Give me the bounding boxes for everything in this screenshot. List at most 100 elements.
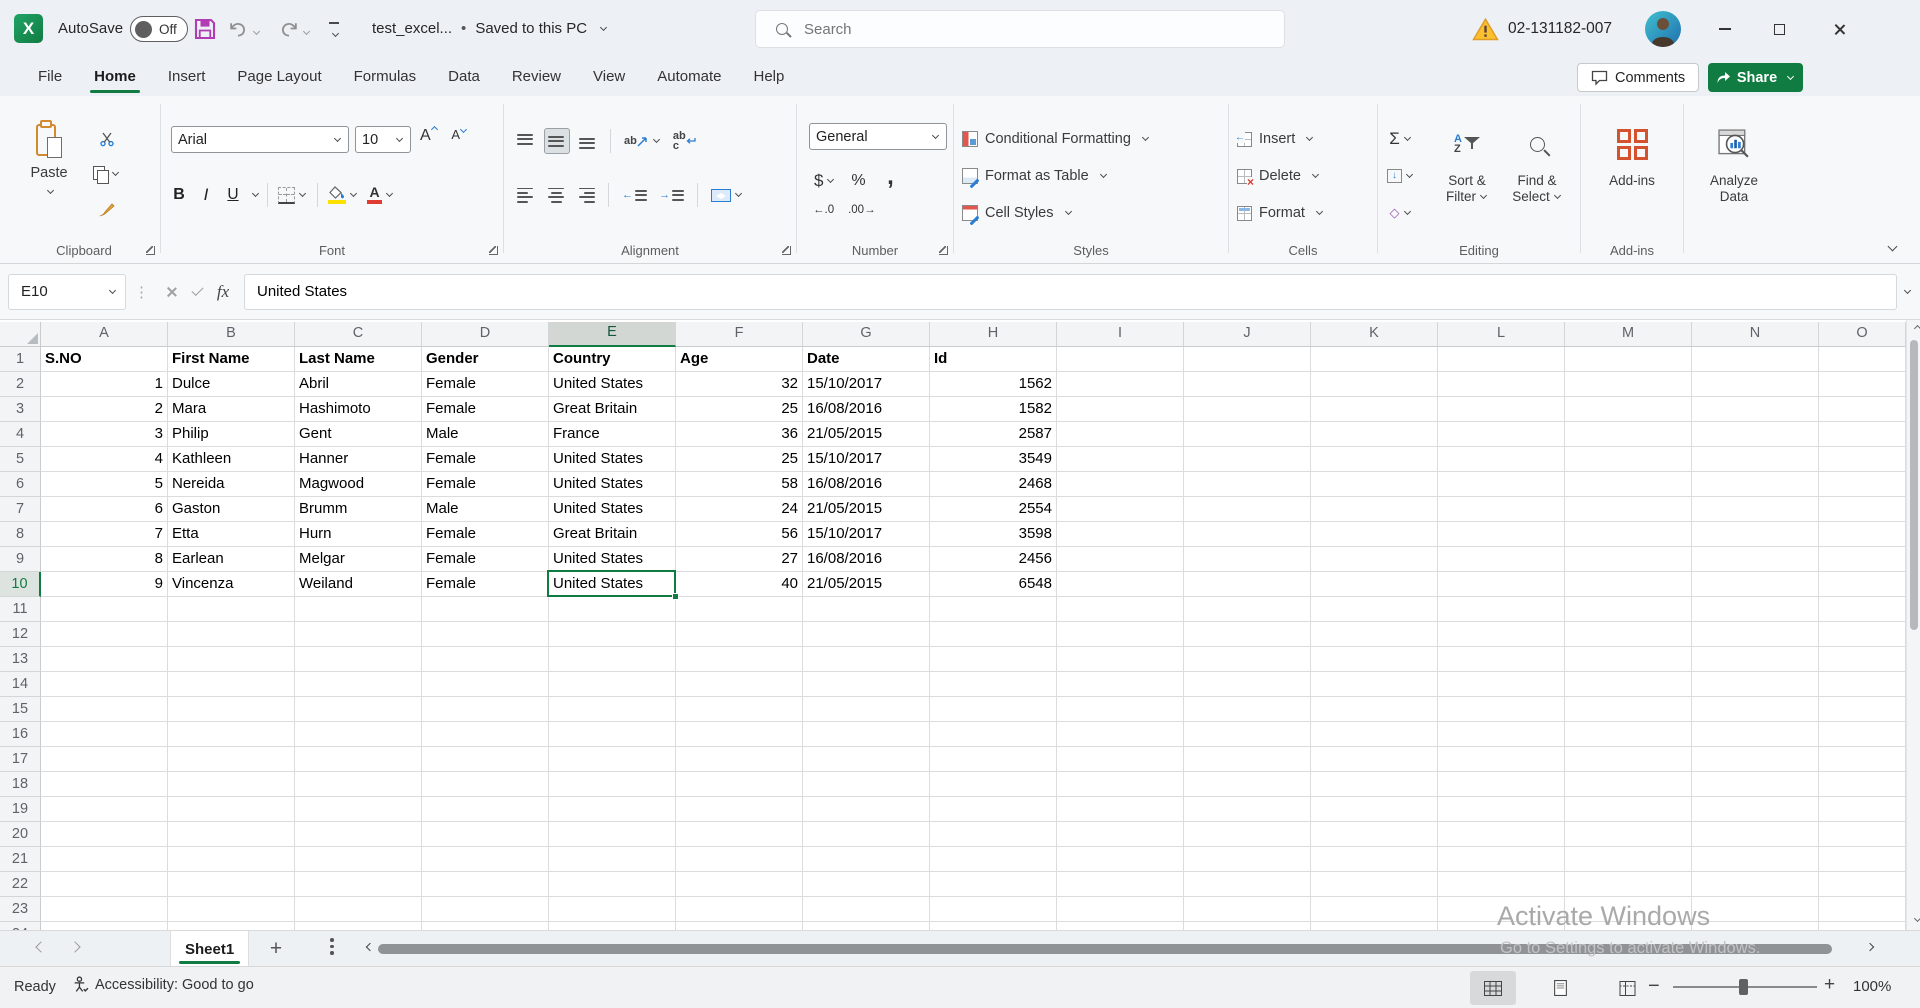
col-header-N[interactable]: N — [1692, 322, 1819, 347]
vertical-scroll-thumb[interactable] — [1910, 340, 1918, 630]
cell-N1[interactable] — [1692, 347, 1819, 372]
cell-N13[interactable] — [1692, 647, 1819, 672]
cell-J4[interactable] — [1184, 422, 1311, 447]
cell-I3[interactable] — [1057, 397, 1184, 422]
cell-N2[interactable] — [1692, 372, 1819, 397]
cell-E23[interactable] — [549, 897, 676, 922]
row-header-24[interactable]: 24 — [0, 922, 41, 930]
cell-E17[interactable] — [549, 747, 676, 772]
cell-A14[interactable] — [41, 672, 168, 697]
cell-B2[interactable]: Dulce — [168, 372, 295, 397]
cell-E19[interactable] — [549, 797, 676, 822]
cell-O2[interactable] — [1819, 372, 1906, 397]
cell-C3[interactable]: Hashimoto — [295, 397, 422, 422]
row-header-17[interactable]: 17 — [0, 747, 41, 772]
cell-I14[interactable] — [1057, 672, 1184, 697]
cell-J13[interactable] — [1184, 647, 1311, 672]
cell-F10[interactable]: 40 — [676, 572, 803, 597]
cell-C11[interactable] — [295, 597, 422, 622]
cell-B10[interactable]: Vincenza — [168, 572, 295, 597]
cell-A19[interactable] — [41, 797, 168, 822]
cell-E4[interactable]: France — [549, 422, 676, 447]
cell-B7[interactable]: Gaston — [168, 497, 295, 522]
cell-I21[interactable] — [1057, 847, 1184, 872]
cell-L17[interactable] — [1438, 747, 1565, 772]
cell-M8[interactable] — [1565, 522, 1692, 547]
cell-D24[interactable] — [422, 922, 549, 930]
row-header-16[interactable]: 16 — [0, 722, 41, 747]
cell-F6[interactable]: 58 — [676, 472, 803, 497]
cell-E13[interactable] — [549, 647, 676, 672]
cell-D16[interactable] — [422, 722, 549, 747]
cell-B22[interactable] — [168, 872, 295, 897]
cell-C1[interactable]: Last Name — [295, 347, 422, 372]
cell-G21[interactable] — [803, 847, 930, 872]
row-header-5[interactable]: 5 — [0, 447, 41, 472]
cell-E15[interactable] — [549, 697, 676, 722]
row-header-23[interactable]: 23 — [0, 897, 41, 922]
cell-C15[interactable] — [295, 697, 422, 722]
cell-O21[interactable] — [1819, 847, 1906, 872]
cell-J8[interactable] — [1184, 522, 1311, 547]
cell-O24[interactable] — [1819, 922, 1906, 930]
underline-button[interactable]: U — [221, 182, 245, 208]
cell-G13[interactable] — [803, 647, 930, 672]
cell-H11[interactable] — [930, 597, 1057, 622]
cell-N12[interactable] — [1692, 622, 1819, 647]
cell-A11[interactable] — [41, 597, 168, 622]
cell-M24[interactable] — [1565, 922, 1692, 930]
cell-L9[interactable] — [1438, 547, 1565, 572]
autosave-toggle[interactable]: Off — [130, 16, 188, 42]
cancel-button[interactable] — [158, 277, 184, 307]
cell-J24[interactable] — [1184, 922, 1311, 930]
cell-L15[interactable] — [1438, 697, 1565, 722]
cell-E21[interactable] — [549, 847, 676, 872]
cell-D7[interactable]: Male — [422, 497, 549, 522]
cell-E10[interactable]: United States — [549, 572, 676, 597]
cell-J23[interactable] — [1184, 897, 1311, 922]
warning-icon[interactable] — [1472, 17, 1499, 46]
row-header-12[interactable]: 12 — [0, 622, 41, 647]
font-family-select[interactable]: Arial — [171, 126, 349, 153]
cell-L14[interactable] — [1438, 672, 1565, 697]
row-header-11[interactable]: 11 — [0, 597, 41, 622]
cell-N8[interactable] — [1692, 522, 1819, 547]
cell-F12[interactable] — [676, 622, 803, 647]
cell-B20[interactable] — [168, 822, 295, 847]
row-header-7[interactable]: 7 — [0, 497, 41, 522]
cell-K6[interactable] — [1311, 472, 1438, 497]
cell-O9[interactable] — [1819, 547, 1906, 572]
cell-J14[interactable] — [1184, 672, 1311, 697]
cell-O4[interactable] — [1819, 422, 1906, 447]
cell-A1[interactable]: S.NO — [41, 347, 168, 372]
font-color-button[interactable]: A — [364, 182, 397, 208]
cell-B24[interactable] — [168, 922, 295, 930]
save-button[interactable] — [193, 17, 217, 46]
cell-M2[interactable] — [1565, 372, 1692, 397]
cell-C10[interactable]: Weiland — [295, 572, 422, 597]
cell-M3[interactable] — [1565, 397, 1692, 422]
copy-button[interactable] — [90, 161, 123, 187]
cell-L23[interactable] — [1438, 897, 1565, 922]
cell-G7[interactable]: 21/05/2015 — [803, 497, 930, 522]
cell-F7[interactable]: 24 — [676, 497, 803, 522]
cell-A13[interactable] — [41, 647, 168, 672]
cell-N14[interactable] — [1692, 672, 1819, 697]
scroll-down-icon[interactable] — [1914, 915, 1920, 922]
cell-K10[interactable] — [1311, 572, 1438, 597]
collapse-ribbon-icon[interactable] — [1888, 242, 1898, 252]
row-header-19[interactable]: 19 — [0, 797, 41, 822]
cell-J2[interactable] — [1184, 372, 1311, 397]
cell-F13[interactable] — [676, 647, 803, 672]
cell-D3[interactable]: Female — [422, 397, 549, 422]
cell-M12[interactable] — [1565, 622, 1692, 647]
cell-O6[interactable] — [1819, 472, 1906, 497]
cell-L6[interactable] — [1438, 472, 1565, 497]
cell-D8[interactable]: Female — [422, 522, 549, 547]
cell-B4[interactable]: Philip — [168, 422, 295, 447]
fill-handle[interactable] — [672, 593, 679, 600]
row-header-14[interactable]: 14 — [0, 672, 41, 697]
search-box[interactable] — [755, 10, 1285, 48]
cell-K20[interactable] — [1311, 822, 1438, 847]
cell-C16[interactable] — [295, 722, 422, 747]
